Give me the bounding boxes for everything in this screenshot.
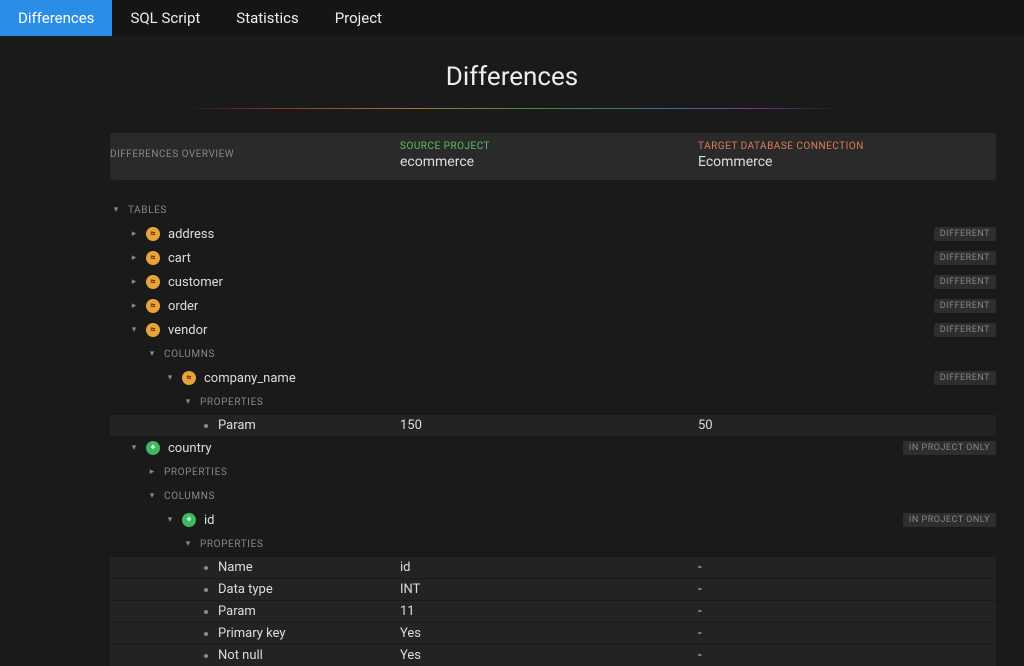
property-row-param: Param 150 50 — [110, 414, 996, 436]
chevron-down-icon[interactable]: ▾ — [146, 491, 158, 501]
status-badge: DIFFERENT — [934, 227, 996, 241]
main-tabs: Differences SQL Script Statistics Projec… — [0, 0, 1024, 36]
table-row-country[interactable]: ▾ + country IN PROJECT ONLY — [110, 436, 996, 460]
chevron-right-icon[interactable]: ▸ — [128, 253, 140, 263]
property-row-primarykey: Primary key Yes - — [110, 622, 996, 644]
chevron-down-icon[interactable]: ▾ — [182, 539, 194, 549]
property-target-value: - — [698, 582, 996, 597]
chevron-down-icon[interactable]: ▾ — [146, 349, 158, 359]
status-badge: IN PROJECT ONLY — [903, 441, 996, 455]
table-row-vendor[interactable]: ▾ ≈ vendor DIFFERENT — [110, 318, 996, 342]
chevron-right-icon[interactable]: ▸ — [146, 467, 158, 477]
chevron-down-icon[interactable]: ▾ — [182, 397, 194, 407]
diff-tree: ▾ TABLES ▸ ≈ address DIFFERENT ▸ ≈ cart … — [110, 198, 996, 666]
section-tables[interactable]: ▾ TABLES — [110, 198, 996, 222]
modified-icon: ≈ — [146, 299, 160, 313]
section-properties[interactable]: ▾ PROPERTIES — [110, 532, 996, 556]
overview-label: DIFFERENCES OVERVIEW — [110, 133, 400, 172]
property-source-value: 150 — [400, 418, 698, 433]
status-badge: DIFFERENT — [934, 275, 996, 289]
column-row-company-name[interactable]: ▾ ≈ company_name DIFFERENT — [110, 366, 996, 390]
status-badge: DIFFERENT — [934, 299, 996, 313]
status-badge: DIFFERENT — [934, 323, 996, 337]
property-source-value: Yes — [400, 648, 698, 663]
divider-rainbow — [182, 108, 842, 109]
bullet-icon — [204, 588, 208, 592]
modified-icon: ≈ — [182, 371, 196, 385]
added-icon: + — [146, 441, 160, 455]
property-source-value: 11 — [400, 604, 698, 619]
page-title: Differences — [0, 36, 1024, 108]
section-properties[interactable]: ▸ PROPERTIES — [110, 460, 996, 484]
property-target-value: - — [698, 560, 996, 575]
chevron-down-icon[interactable]: ▾ — [128, 443, 140, 453]
tab-differences[interactable]: Differences — [0, 0, 112, 36]
bullet-icon — [204, 566, 208, 570]
chevron-down-icon[interactable]: ▾ — [128, 325, 140, 335]
chevron-right-icon[interactable]: ▸ — [128, 229, 140, 239]
source-label: SOURCE PROJECT — [400, 141, 698, 152]
bullet-icon — [204, 654, 208, 658]
bullet-icon — [204, 610, 208, 614]
added-icon: + — [182, 513, 196, 527]
modified-icon: ≈ — [146, 323, 160, 337]
comparison-header: DIFFERENCES OVERVIEW SOURCE PROJECT ecom… — [110, 133, 996, 180]
modified-icon: ≈ — [146, 227, 160, 241]
bullet-icon — [204, 632, 208, 636]
tab-project[interactable]: Project — [317, 0, 400, 36]
source-value: ecommerce — [400, 154, 698, 170]
table-row-cart[interactable]: ▸ ≈ cart DIFFERENT — [110, 246, 996, 270]
chevron-down-icon[interactable]: ▾ — [110, 205, 122, 215]
tab-sql-script[interactable]: SQL Script — [112, 0, 218, 36]
status-badge: DIFFERENT — [934, 371, 996, 385]
table-row-address[interactable]: ▸ ≈ address DIFFERENT — [110, 222, 996, 246]
property-source-value: Yes — [400, 626, 698, 641]
table-row-customer[interactable]: ▸ ≈ customer DIFFERENT — [110, 270, 996, 294]
table-row-order[interactable]: ▸ ≈ order DIFFERENT — [110, 294, 996, 318]
bullet-icon — [204, 424, 208, 428]
property-source-value: INT — [400, 582, 698, 597]
target-value: Ecommerce — [698, 154, 996, 170]
section-properties[interactable]: ▾ PROPERTIES — [110, 390, 996, 414]
property-row-name: Name id - — [110, 556, 996, 578]
tab-statistics[interactable]: Statistics — [218, 0, 316, 36]
property-row-param: Param 11 - — [110, 600, 996, 622]
status-badge: IN PROJECT ONLY — [903, 513, 996, 527]
property-row-notnull: Not null Yes - — [110, 644, 996, 666]
status-badge: DIFFERENT — [934, 251, 996, 265]
column-row-id[interactable]: ▾ + id IN PROJECT ONLY — [110, 508, 996, 532]
property-target-value: 50 — [698, 418, 996, 433]
chevron-down-icon[interactable]: ▾ — [164, 373, 176, 383]
modified-icon: ≈ — [146, 275, 160, 289]
chevron-right-icon[interactable]: ▸ — [128, 301, 140, 311]
property-target-value: - — [698, 626, 996, 641]
property-source-value: id — [400, 560, 698, 575]
property-row-datatype: Data type INT - — [110, 578, 996, 600]
section-columns[interactable]: ▾ COLUMNS — [110, 484, 996, 508]
property-target-value: - — [698, 648, 996, 663]
section-columns[interactable]: ▾ COLUMNS — [110, 342, 996, 366]
chevron-down-icon[interactable]: ▾ — [164, 515, 176, 525]
property-target-value: - — [698, 604, 996, 619]
modified-icon: ≈ — [146, 251, 160, 265]
target-label: TARGET DATABASE CONNECTION — [698, 141, 996, 152]
chevron-right-icon[interactable]: ▸ — [128, 277, 140, 287]
